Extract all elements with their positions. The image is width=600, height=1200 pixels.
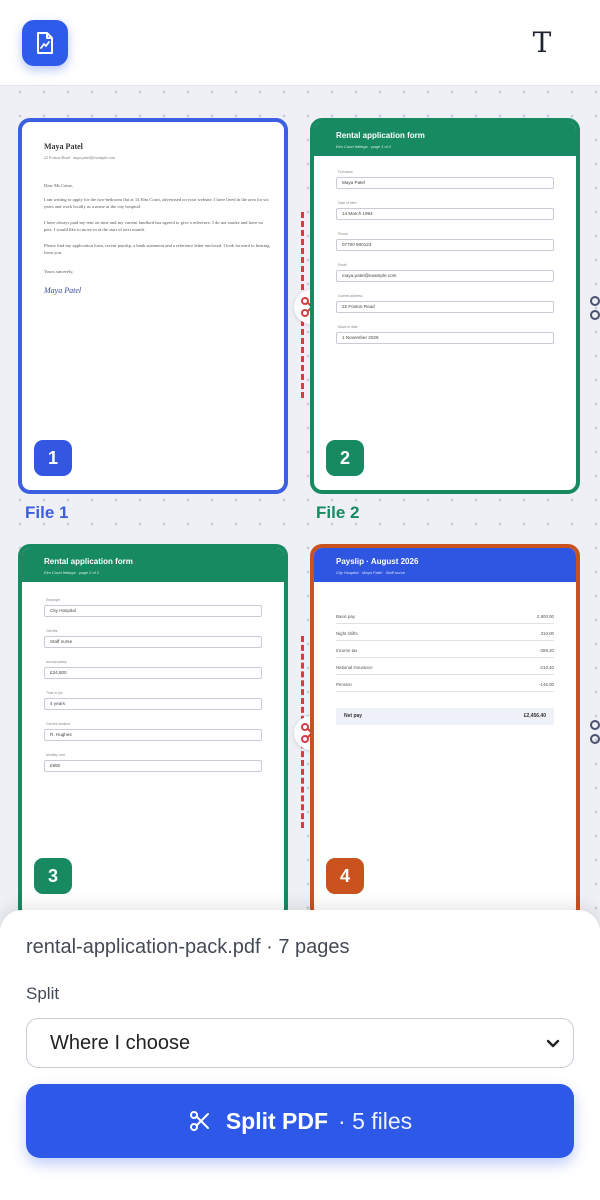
- letter-closing: Yours sincerely,: [44, 269, 74, 274]
- field-label: Job title: [46, 629, 58, 633]
- letter-sender-name: Maya Patel: [44, 142, 83, 151]
- page-thumbnail-1[interactable]: Maya Patel 22 Foxton Road · maya.patel@e…: [18, 118, 288, 494]
- payslip-row: National Insurance -210.40: [336, 665, 554, 675]
- field-label: Move-in date: [338, 325, 358, 329]
- form-field: Staff nurse: [44, 636, 262, 648]
- field-label: Phone: [338, 232, 348, 236]
- form-field: 4 years: [44, 698, 262, 710]
- page-thumbnail-4[interactable]: Payslip · August 2026 City Hospital · Ma…: [310, 544, 580, 920]
- scissors-icon: [189, 1111, 209, 1131]
- page-thumbnail-3[interactable]: Rental application form Elm Court lettin…: [18, 544, 288, 920]
- chevron-down-icon: [546, 1039, 560, 1048]
- text-tool-button[interactable]: T: [522, 22, 562, 62]
- split-pdf-label: Split PDF: [225, 1107, 329, 1134]
- payslip-header: Payslip · August 2026 City Hospital · Ma…: [314, 548, 576, 582]
- net-pay-row: Net pay £2,456.40: [336, 708, 554, 725]
- letter-page: Maya Patel 22 Foxton Road · maya.patel@e…: [22, 122, 284, 490]
- payslip-title: Payslip · August 2026: [336, 557, 419, 566]
- form-field: 14 March 1994: [336, 208, 554, 220]
- page-number-badge: 2: [326, 440, 364, 476]
- payslip-row: Pension -145.00: [336, 682, 554, 692]
- scissors-icon[interactable]: [584, 294, 600, 326]
- split-mode-value: Where I choose: [50, 1032, 191, 1054]
- field-label: Date of birth: [338, 201, 357, 205]
- letter-paragraph-1: I am writing to apply for the two-bedroo…: [44, 197, 269, 209]
- field-label: Annual salary: [46, 660, 67, 664]
- page-number-badge: 1: [34, 440, 72, 476]
- field-label: Current address: [338, 294, 363, 298]
- letter-signature: Maya Patel: [44, 286, 82, 295]
- page-thumbnail-2[interactable]: Rental application form Elm Court lettin…: [310, 118, 580, 494]
- form-field: £34,800: [44, 667, 262, 679]
- field-label: Employer: [46, 598, 61, 602]
- form-field: City Hospital: [44, 605, 262, 617]
- form-field: Maya Patel: [336, 177, 554, 189]
- field-label: Full name: [338, 170, 353, 174]
- page-number-badge: 4: [326, 858, 364, 894]
- form-page: Rental application form Elm Court lettin…: [314, 122, 576, 490]
- text-tool-glyph: T: [532, 25, 552, 59]
- output-file-count: · 5 files: [338, 1107, 413, 1134]
- payslip-row: Basic pay 2,900.00: [336, 614, 554, 624]
- field-label: Current landlord: [46, 722, 71, 726]
- split-mode-label: Split: [26, 984, 60, 1003]
- top-toolbar: T: [0, 0, 600, 86]
- form-title: Rental application form: [336, 131, 425, 140]
- form-field: 1 November 2026: [336, 332, 554, 344]
- document-info: rental-application-pack.pdf · 7 pages: [26, 936, 350, 959]
- field-label: Monthly rent: [46, 753, 65, 757]
- document-filename: rental-application-pack.pdf: [26, 936, 261, 958]
- form-title: Rental application form: [44, 557, 133, 566]
- split-options-panel: rental-application-pack.pdf · 7 pages Sp…: [0, 910, 600, 1200]
- form-field: £950: [44, 760, 262, 772]
- form-field: maya.patel@example.com: [336, 270, 554, 282]
- form-field: 07700 900123: [336, 239, 554, 251]
- split-mode-select[interactable]: Where I choose: [26, 1018, 574, 1068]
- field-label: Time in job: [46, 691, 63, 695]
- file-2-label: File 2: [316, 503, 360, 522]
- letter-paragraph-3: Please find my application form, recent …: [44, 243, 270, 255]
- form-subtitle: Elm Court lettings · page 1 of 2: [336, 144, 392, 149]
- letter-paragraph-2: I have always paid my rent on time and m…: [44, 220, 264, 232]
- letter-greeting: Dear Ms Caine,: [44, 183, 73, 188]
- payslip-subtitle: City Hospital · Maya Patel · Staff nurse: [336, 570, 405, 575]
- form-header: Rental application form Elm Court lettin…: [314, 122, 576, 156]
- file-1-label: File 1: [25, 503, 69, 522]
- scissors-icon[interactable]: [584, 718, 600, 750]
- payslip-row: Night shifts 310.00: [336, 631, 554, 641]
- pdf-chart-icon[interactable]: [22, 20, 68, 66]
- split-pdf-button[interactable]: Split PDF · 5 files: [26, 1084, 574, 1158]
- form-field: 22 Foxton Road: [336, 301, 554, 313]
- field-label: Email: [338, 263, 347, 267]
- separator: ·: [260, 936, 279, 958]
- page-number-badge: 3: [34, 858, 72, 894]
- form-header: Rental application form Elm Court lettin…: [22, 548, 284, 582]
- page-count: 7 pages: [278, 936, 350, 958]
- form-field: R. Hughes: [44, 729, 262, 741]
- letter-sender-address: 22 Foxton Road · maya.patel@example.com: [44, 155, 116, 160]
- form-subtitle: Elm Court lettings · page 2 of 2: [44, 570, 100, 575]
- payslip-row: Income tax -398.20: [336, 648, 554, 658]
